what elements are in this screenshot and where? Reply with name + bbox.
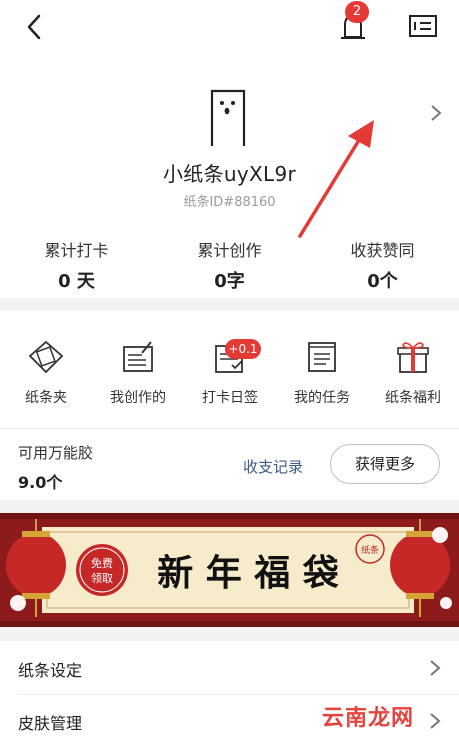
scroll-task-icon [308,342,336,372]
edit-note-icon [123,341,153,372]
feature-label: 纸条福利 [385,390,441,406]
stat-value: 0个 [367,271,398,292]
chevron-right-icon [430,713,441,729]
banner-badge-line1: 免费 [91,556,113,570]
checkin-bonus-badge: +0.1 [225,339,261,359]
menu-item-settings[interactable]: 纸条设定 [0,642,459,694]
glue-title: 可用万能胶 [18,444,94,462]
banner-seal: 纸条 [361,544,379,556]
chevron-right-icon[interactable] [426,103,446,123]
stat-likes[interactable]: 收获赞同 0个 [306,237,459,293]
feature-welfare[interactable]: 纸条福利 [367,323,459,407]
menu-label: 纸条设定 [18,661,83,680]
feature-label: 我的任务 [294,390,350,406]
records-link[interactable]: 收支记录 [243,456,303,477]
menu-label: 皮肤管理 [18,714,83,733]
glue-value: 9.0个 [18,473,63,492]
watermark: 云南龙网 [322,706,415,731]
back-arrow-icon[interactable] [20,12,50,42]
stat-checkin[interactable]: 累计打卡 0 天 [0,237,153,293]
feature-label: 打卡日签 [202,390,258,406]
stat-value: 0 天 [58,271,95,292]
gift-box-icon [397,342,429,373]
stat-label: 收获赞同 [350,241,415,260]
section-divider [0,627,459,641]
username: 小纸条uyXL9r [162,162,296,186]
id-card-icon[interactable] [408,13,438,39]
feature-note-folder[interactable]: 纸条夹 [0,323,92,407]
notification-badge: 2 [345,1,369,23]
divider [0,428,459,429]
stat-label: 累计创作 [197,241,262,260]
stats-row: 累计打卡 0 天 累计创作 0字 收获赞同 0个 [0,237,459,292]
avatar[interactable] [208,88,248,148]
stat-label: 累计打卡 [44,241,109,260]
new-year-banner[interactable]: 免费 领取 新 年 福 袋 纸条 [0,513,459,627]
banner-title: 新 年 福 袋 [157,553,339,594]
stat-value: 0字 [214,271,245,292]
stat-creation[interactable]: 累计创作 0字 [153,237,306,293]
chevron-right-icon [430,660,441,676]
top-bar: 2 [0,0,459,56]
feature-my-tasks[interactable]: 我的任务 [276,323,368,407]
note-folder-icon [28,340,64,374]
feature-grid: 纸条夹 我创作的 打卡日签 我的任务 纸条福利 [0,323,459,423]
section-divider [0,500,459,513]
banner-badge-line2: 领取 [91,572,113,585]
user-id: 纸条ID#88160 [183,195,276,210]
section-divider [0,298,459,311]
feature-label: 我创作的 [110,390,166,406]
feature-label: 纸条夹 [25,390,67,406]
feature-my-creations[interactable]: 我创作的 [92,323,184,407]
get-more-button[interactable]: 获得更多 [330,444,440,484]
feature-checkin-card[interactable]: 打卡日签 [184,323,276,407]
